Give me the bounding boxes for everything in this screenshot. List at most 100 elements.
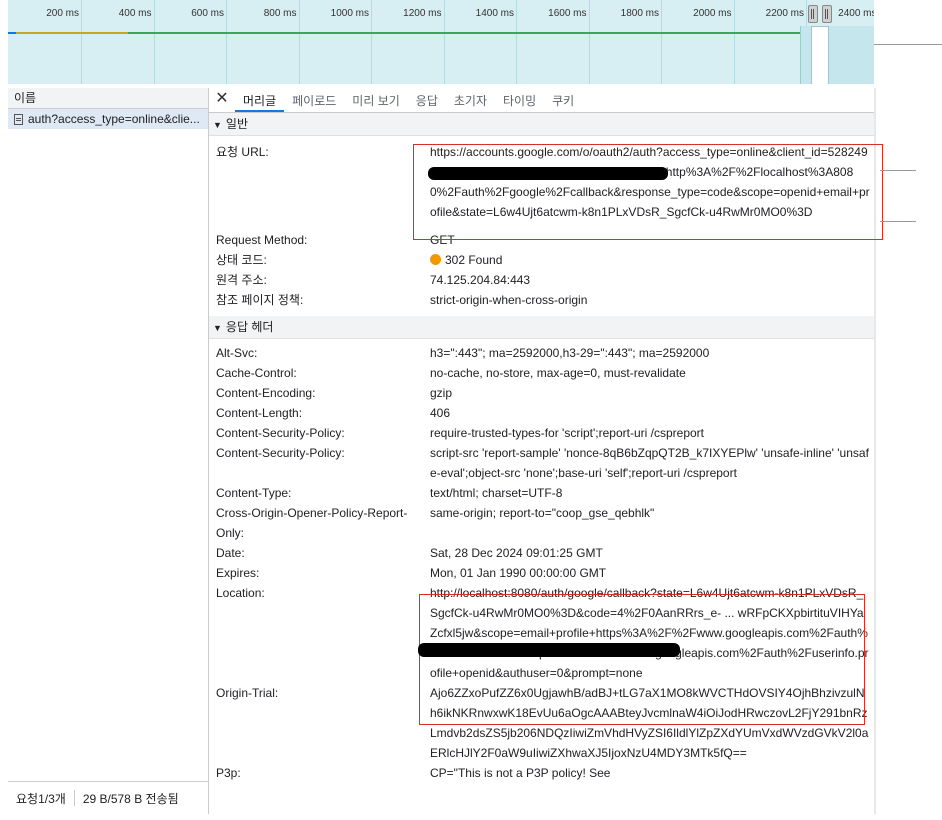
general-row: Request Method: GET: [209, 230, 874, 250]
header-value: text/html; charset=UTF-8: [430, 486, 563, 500]
header-value: no-cache, no-store, max-age=0, must-reva…: [430, 366, 686, 380]
header-key: Location:: [216, 586, 265, 600]
tab-timing[interactable]: 타이밍: [495, 90, 544, 112]
header-key: Cache-Control:: [216, 366, 297, 380]
header-key: Content-Type:: [216, 486, 292, 500]
name-column-header[interactable]: 이름: [8, 88, 208, 109]
tab-cookies[interactable]: 쿠키: [544, 90, 582, 112]
response-headers-section: Alt-Svc: h3=":443"; ma=2592000,h3-29=":44…: [209, 339, 874, 783]
response-header-row: P3p: CP="This is not a P3P policy! See: [209, 763, 874, 783]
header-key: Cross-Origin-Opener-Policy-Report-Only:: [216, 506, 408, 540]
request-url-value: https://accounts.google.com/o/oauth2/aut…: [430, 145, 870, 219]
header-key: Content-Security-Policy:: [216, 446, 345, 460]
headers-panel: ✕ 머리글 페이로드 미리 보기 응답 초기자 타이밍 쿠키 ▼ 일반 요청 UR…: [209, 88, 874, 814]
scrollbar[interactable]: [874, 88, 876, 814]
status-text: 302 Found: [445, 253, 503, 267]
request-count: 요청1/3개: [16, 791, 66, 806]
timeline-tick: 1200 ms: [403, 0, 445, 84]
document-icon: [14, 113, 23, 125]
header-value: same-origin; report-to="coop_gse_qebhlk": [430, 506, 655, 520]
status-code-value: 302 Found: [430, 250, 870, 270]
general-section: 요청 URL: https://accounts.google.com/o/oa…: [209, 136, 874, 310]
response-headers-section-header[interactable]: ▼ 응답 헤더: [209, 316, 874, 339]
general-row: 상태 코드: 302 Found: [209, 250, 874, 270]
timeline-selection-window[interactable]: [811, 26, 829, 84]
timeline-tick-label: 1400 ms: [475, 8, 514, 19]
tab-initiator[interactable]: 초기자: [446, 90, 495, 112]
detail-tabs: ✕ 머리글 페이로드 미리 보기 응답 초기자 타이밍 쿠키: [209, 88, 874, 113]
response-header-row: Cross-Origin-Opener-Policy-Report-Only: s…: [209, 503, 874, 543]
header-key: 참조 페이지 정책:: [216, 293, 304, 307]
leader-line: [880, 221, 916, 222]
status-dot-icon: [430, 254, 441, 265]
header-value: h3=":443"; ma=2592000,h3-29=":443"; ma=2…: [430, 346, 710, 360]
section-title: 일반: [225, 117, 249, 131]
tab-payload[interactable]: 페이로드: [284, 90, 344, 112]
timeline-tick: 800 ms: [264, 0, 300, 84]
timeline-tick-label: 400 ms: [118, 8, 152, 19]
response-header-row: Cache-Control: no-cache, no-store, max-ag…: [209, 363, 874, 383]
tab-response[interactable]: 응답: [408, 90, 446, 112]
response-header-row: Expires: Mon, 01 Jan 1990 00:00:00 GMT: [209, 563, 874, 583]
timeline-tick-label: 600 ms: [191, 8, 224, 19]
response-header-row: Location: http://localhost:8080/auth/goog…: [209, 583, 874, 683]
timeline-tick: 1800 ms: [621, 0, 662, 84]
timeline-tick: 400 ms: [119, 0, 155, 84]
header-value: Ajo6ZZxoPufZZ6x0UgjawhB/adBJ+tLG7aX1MO8k…: [430, 686, 869, 760]
header-value: Mon, 01 Jan 1990 00:00:00 GMT: [430, 566, 607, 580]
header-value: http://localhost:8080/auth/google/callba…: [430, 586, 869, 680]
response-header-row: Content-Length: 406: [209, 403, 874, 423]
timeline-tick-label: 1800 ms: [620, 8, 659, 19]
transferred-size: 29 B/578 B 전송됨: [82, 791, 179, 806]
header-value: Sat, 28 Dec 2024 09:01:25 GMT: [430, 546, 603, 560]
header-value: require-trusted-types-for 'script';repor…: [430, 426, 705, 440]
header-key: Content-Security-Policy:: [216, 426, 345, 440]
request-list-panel: 이름 auth?access_type=online&clie... 요청1/3…: [8, 88, 209, 814]
tab-preview[interactable]: 미리 보기: [344, 90, 408, 112]
timeline-tick-label: 1200 ms: [403, 8, 442, 19]
response-header-row: Origin-Trial: Ajo6ZZxoPufZZ6x0UgjawhB/adB…: [209, 683, 874, 763]
general-section-header[interactable]: ▼ 일반: [209, 113, 874, 136]
timeline-bar-waiting: [16, 32, 128, 34]
response-header-row: Date: Sat, 28 Dec 2024 09:01:25 GMT: [209, 543, 874, 563]
response-header-row: Alt-Svc: h3=":443"; ma=2592000,h3-29=":44…: [209, 343, 874, 363]
triangle-down-icon: ▼: [213, 120, 222, 130]
redaction-bar: [418, 643, 680, 657]
response-header-row: Content-Security-Policy: script-src 'repo…: [209, 443, 874, 483]
tab-headers[interactable]: 머리글: [235, 90, 285, 112]
header-value: 74.125.204.84:443: [430, 273, 531, 287]
header-key: Expires:: [216, 566, 260, 580]
timeline-tick: 1400 ms: [476, 0, 517, 84]
general-row: 요청 URL: https://accounts.google.com/o/oa…: [209, 142, 874, 230]
status-bar: 요청1/3개 29 B/578 B 전송됨: [8, 781, 208, 814]
network-timeline[interactable]: 2400 ms 2200 ms 2000 ms 1800 ms 1600 ms 1400 …: [8, 0, 874, 84]
general-row: 참조 페이지 정책: strict-origin-when-cross-orig…: [209, 290, 874, 310]
response-header-row: Content-Encoding: gzip: [209, 383, 874, 403]
header-key: 원격 주소:: [216, 273, 267, 287]
timeline-tick-label: 2400 ms: [838, 8, 874, 19]
timeline-tick-label: 2200 ms: [765, 8, 804, 19]
header-key: 요청 URL:: [216, 145, 269, 159]
header-key: Content-Length:: [216, 406, 303, 420]
header-value: 406: [430, 406, 451, 420]
header-value: CP="This is not a P3P policy! See: [430, 766, 611, 780]
timeline-right-handle[interactable]: [822, 5, 832, 23]
response-header-row: Content-Security-Policy: require-trusted-…: [209, 423, 874, 443]
header-key: 상태 코드:: [216, 253, 267, 267]
timeline-tick-label: 200 ms: [46, 8, 79, 19]
general-row: 원격 주소: 74.125.204.84:443: [209, 270, 874, 290]
timeline-tick: 1000 ms: [331, 0, 372, 84]
header-value: GET: [430, 233, 455, 247]
close-icon[interactable]: ✕: [209, 88, 235, 112]
request-name: auth?access_type=online&clie...: [28, 112, 200, 126]
timeline-tick: 2000 ms: [693, 0, 735, 84]
timeline-bar-download: [128, 32, 818, 34]
timeline-tick: 600 ms: [191, 0, 227, 84]
header-key: Date:: [216, 546, 245, 560]
header-key: Content-Encoding:: [216, 386, 316, 400]
request-row[interactable]: auth?access_type=online&clie...: [8, 109, 208, 129]
timeline-tick-label: 800 ms: [263, 8, 297, 19]
response-header-row: Content-Type: text/html; charset=UTF-8: [209, 483, 874, 503]
timeline-left-handle[interactable]: [808, 5, 818, 23]
timeline-tick: 1600 ms: [548, 0, 590, 84]
